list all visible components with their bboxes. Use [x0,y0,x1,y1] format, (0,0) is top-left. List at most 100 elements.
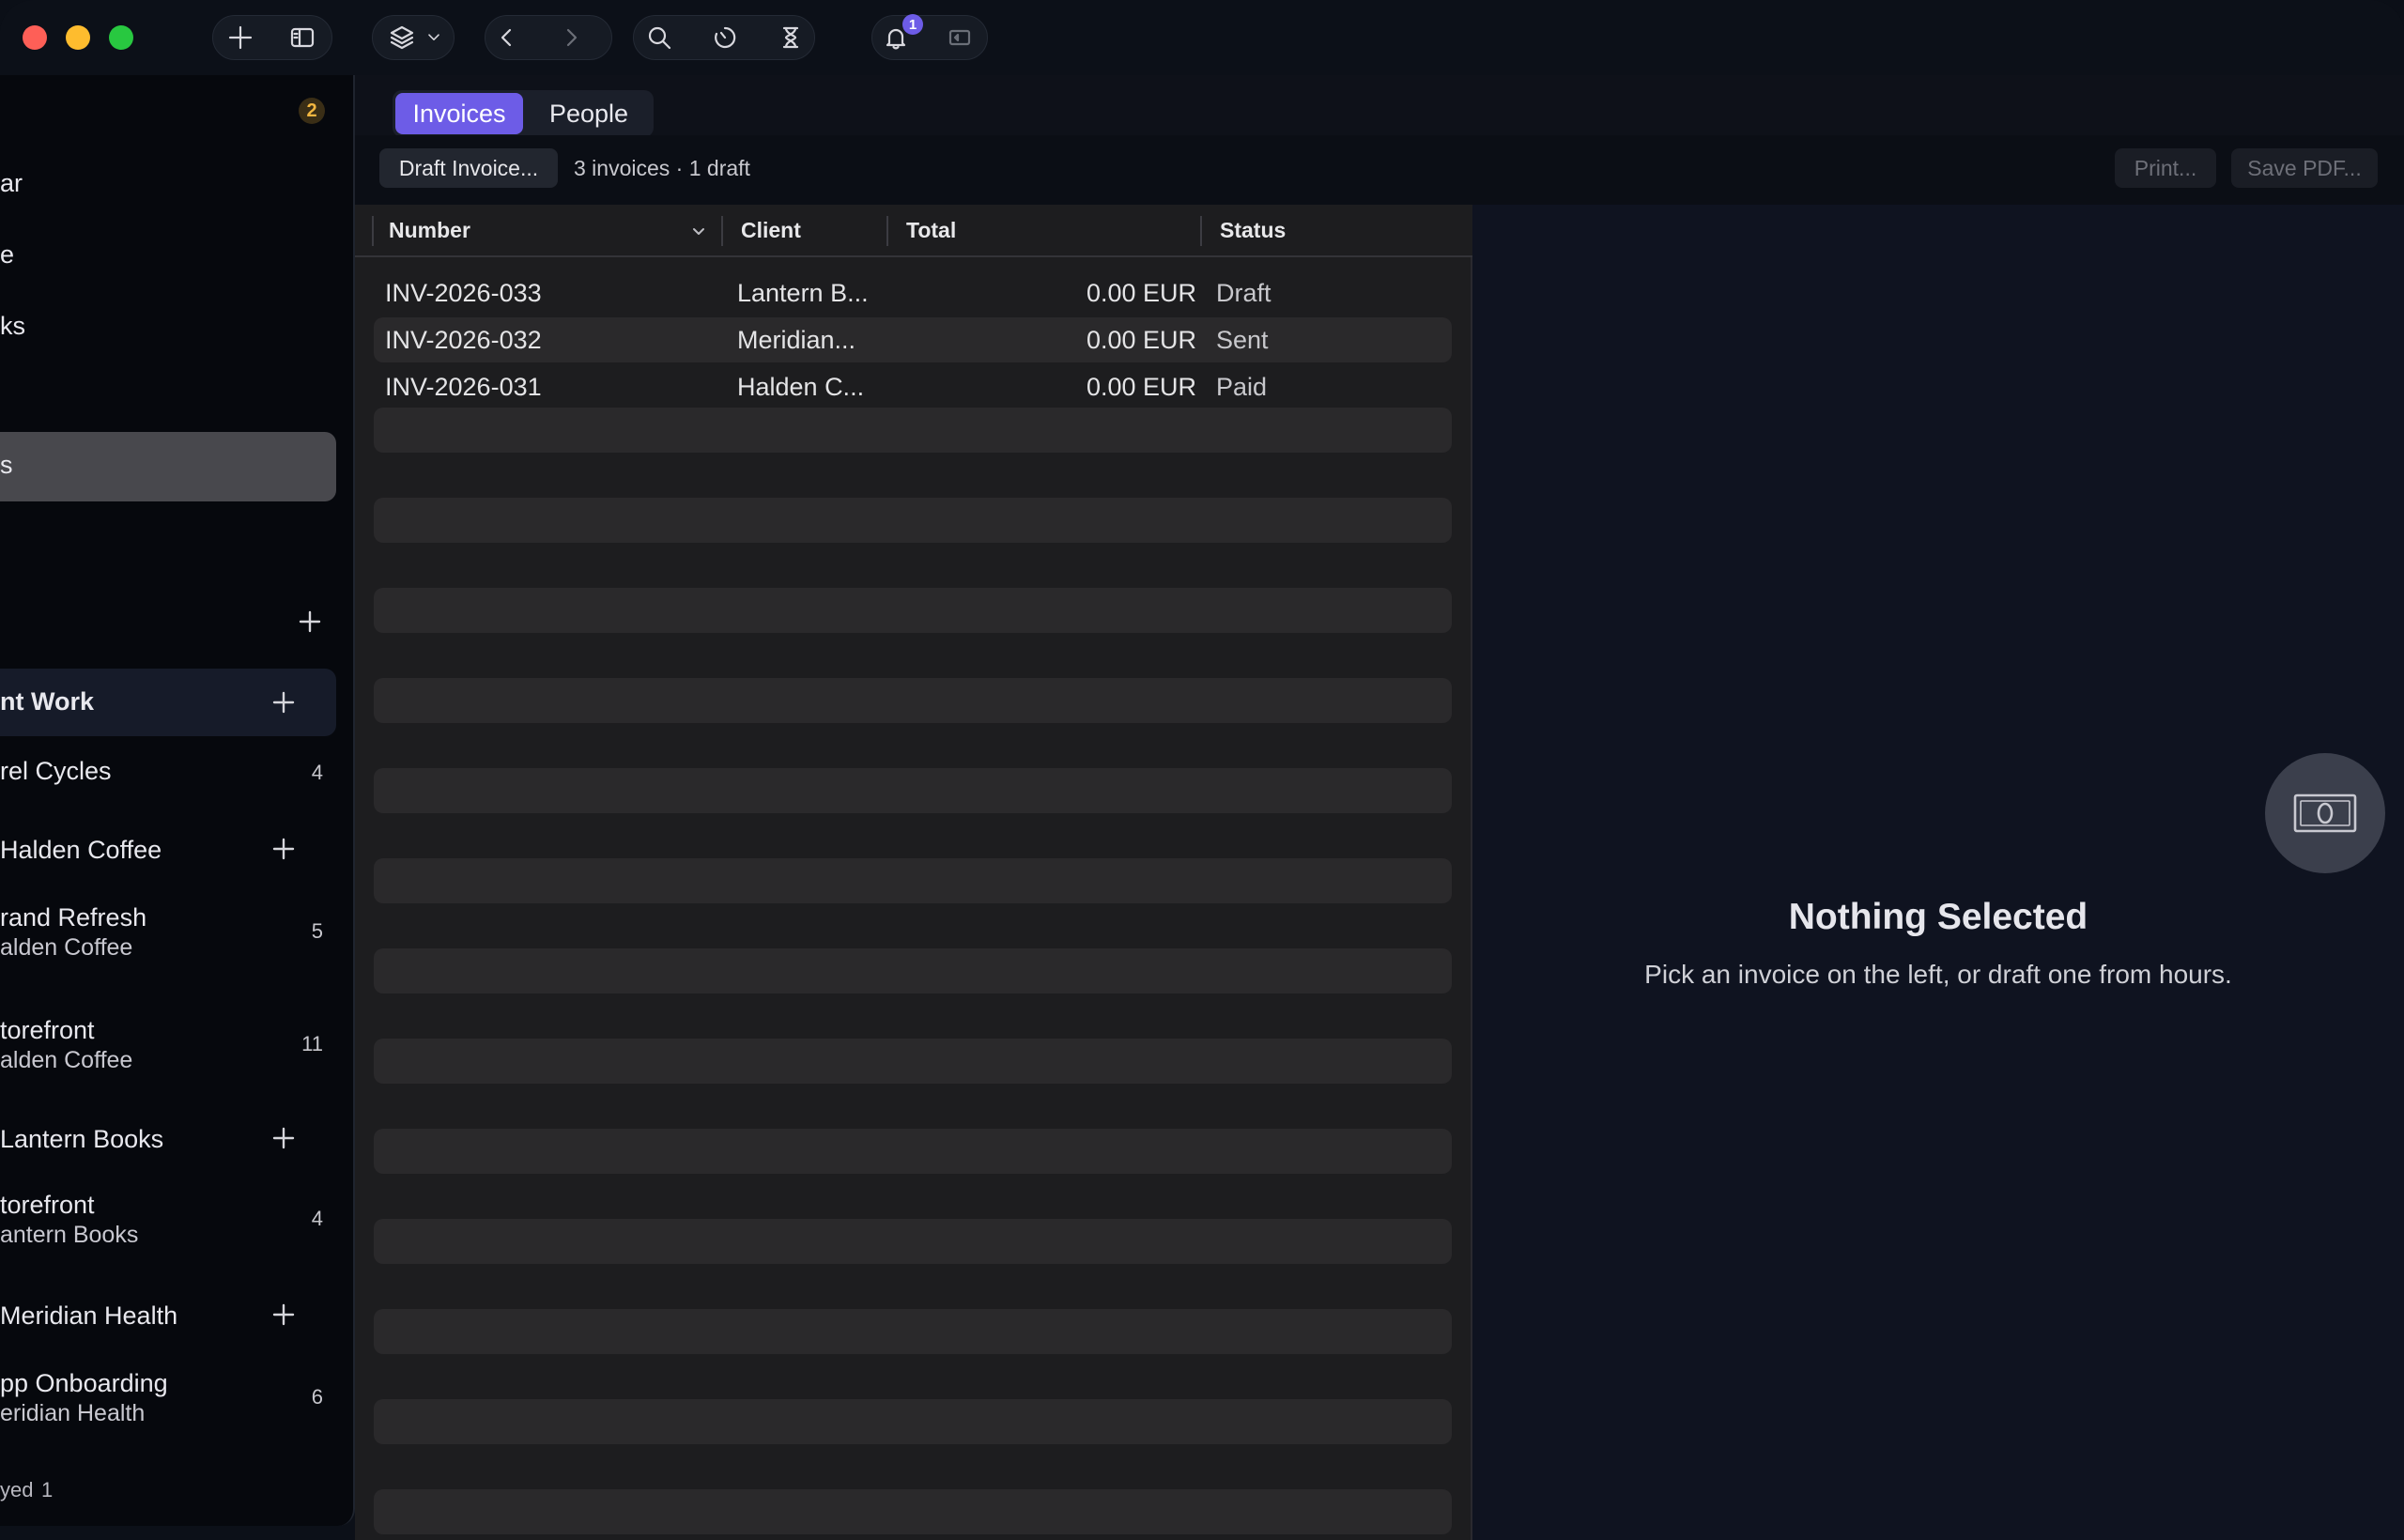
add-section-plus-icon[interactable] [297,608,323,635]
empty-row [374,768,1452,813]
sidebar-project-client: alden Coffee [0,1047,133,1073]
hourglass-icon[interactable] [768,15,813,60]
app-window: 1 2 ar e ks s nt Work rel Cycles 4 Halde… [0,0,2404,1540]
table-row[interactable]: INV-2026-032 Meridian... 0.00 EUR Sent [374,317,1452,362]
sidebar-nav-item[interactable]: ar [0,169,23,198]
sidebar-icon[interactable] [280,15,325,60]
sidebar-project-count: 4 [311,1207,323,1230]
empty-row [374,408,1452,453]
invoice-status: Sent [1216,326,1269,354]
invoice-toolbar: Draft Invoice... 3 invoices · 1 draft Pr… [355,135,2404,205]
column-header-number[interactable]: Number [389,218,470,243]
add-project-plus-icon[interactable] [270,1125,297,1151]
invoice-total: 0.00 EUR [1086,326,1196,354]
zoom-window-button[interactable] [109,25,133,50]
column-separator [1200,216,1202,246]
view-tabs: Invoices People [393,90,654,137]
sidebar-footer-count: 1 [41,1478,54,1502]
close-window-button[interactable] [23,25,47,50]
sidebar-project-title[interactable]: pp Onboarding [0,1369,168,1398]
sidebar-item-selected[interactable]: s [0,432,336,501]
sidebar-top-badge: 2 [299,98,325,124]
chevron-down-icon[interactable] [421,15,447,60]
sidebar-project-title[interactable]: rel Cycles [0,757,112,786]
invoice-number: INV-2026-033 [385,279,542,307]
table-row[interactable]: INV-2026-033 Lantern B... 0.00 EUR Draft [374,270,1452,316]
search-icon[interactable] [637,15,682,60]
notification-badge: 1 [902,14,923,35]
sidebar-project-count: 5 [311,919,323,943]
empty-row [374,498,1452,543]
empty-state-title: Nothing Selected [1788,897,2088,937]
sidebar-project-count: 11 [301,1032,323,1055]
empty-state-subtitle: Pick an invoice on the left, or draft on… [1644,960,2232,989]
sidebar-project-title[interactable]: torefront [0,1191,95,1220]
empty-row [374,1219,1452,1264]
sidebar-project-client: eridian Health [0,1400,146,1426]
empty-row [374,1399,1452,1444]
tab-invoices[interactable]: Invoices [395,93,523,134]
empty-row [374,858,1452,903]
chevron-right-icon[interactable] [548,15,593,60]
draft-invoice-button[interactable]: Draft Invoice... [379,148,558,188]
column-header-client[interactable]: Client [741,218,801,243]
invoice-status: Paid [1216,373,1268,401]
print-button[interactable]: Print... [2115,148,2216,188]
title-bar: 1 [0,0,2404,75]
sidebar-client-title[interactable]: Halden Coffee [0,836,162,865]
chevron-left-icon[interactable] [485,15,530,60]
invoice-list: Number Client Total Status INV-2026-033 … [355,205,1472,1540]
timer-icon[interactable] [702,15,747,60]
sidebar-project-title[interactable]: torefront [0,1016,95,1045]
invoice-total: 0.00 EUR [1086,279,1196,307]
invoice-status: Draft [1216,279,1271,307]
sidebar-client-title[interactable]: Lantern Books [0,1125,163,1154]
tab-people[interactable]: People [527,93,651,134]
sidebar-project-count: 6 [311,1385,323,1409]
sidebar-project-title[interactable]: rand Refresh [0,903,146,932]
invoice-client: Meridian... [737,326,856,354]
invoice-detail-pane: Nothing Selected Pick an invoice on the … [1472,205,2404,1540]
empty-row [374,588,1452,633]
invoice-total: 0.00 EUR [1086,373,1196,401]
sort-chevron-down-icon[interactable] [689,222,708,240]
table-header: Number Client Total Status [355,205,1472,257]
sync-icon[interactable] [937,15,982,60]
minimize-window-button[interactable] [66,25,90,50]
sidebar-project-count: 4 [311,761,323,784]
sidebar-footer-label[interactable]: yed [0,1478,33,1502]
save-pdf-button[interactable]: Save PDF... [2231,148,2378,188]
invoice-summary: 3 invoices · 1 draft [574,156,750,180]
invoice-client: Halden C... [737,373,865,401]
invoice-client: Lantern B... [737,279,869,307]
sidebar-nav-item[interactable]: e [0,240,14,270]
sidebar-item-label: s [0,451,13,479]
sidebar: 2 ar e ks s nt Work rel Cycles 4 Halden … [0,75,355,1526]
add-project-plus-icon[interactable] [270,689,297,716]
banknote-icon [2265,753,2385,873]
layers-icon[interactable] [379,15,424,60]
empty-row [374,1039,1452,1084]
invoice-number: INV-2026-032 [385,326,542,354]
column-separator [886,216,888,246]
section-title: nt Work [0,687,94,716]
plus-icon[interactable] [218,15,263,60]
sidebar-nav-item[interactable]: ks [0,312,25,341]
column-separator [372,216,374,246]
sidebar-project-client: antern Books [0,1222,139,1248]
empty-row [374,678,1452,723]
sidebar-client-title[interactable]: Meridian Health [0,1301,177,1331]
empty-row [374,1309,1452,1354]
empty-row [374,1129,1452,1174]
add-project-plus-icon[interactable] [270,1301,297,1328]
column-header-total[interactable]: Total [906,218,956,243]
column-header-status[interactable]: Status [1220,218,1286,243]
main-content: Invoices People Draft Invoice... 3 invoi… [355,75,2404,1540]
sidebar-project-client: alden Coffee [0,934,133,961]
sidebar-section-header[interactable]: nt Work [0,669,336,736]
add-project-plus-icon[interactable] [270,836,297,862]
empty-row [374,1489,1452,1534]
empty-row [374,948,1452,993]
invoice-number: INV-2026-031 [385,373,542,401]
table-row[interactable]: INV-2026-031 Halden C... 0.00 EUR Paid [374,364,1452,409]
